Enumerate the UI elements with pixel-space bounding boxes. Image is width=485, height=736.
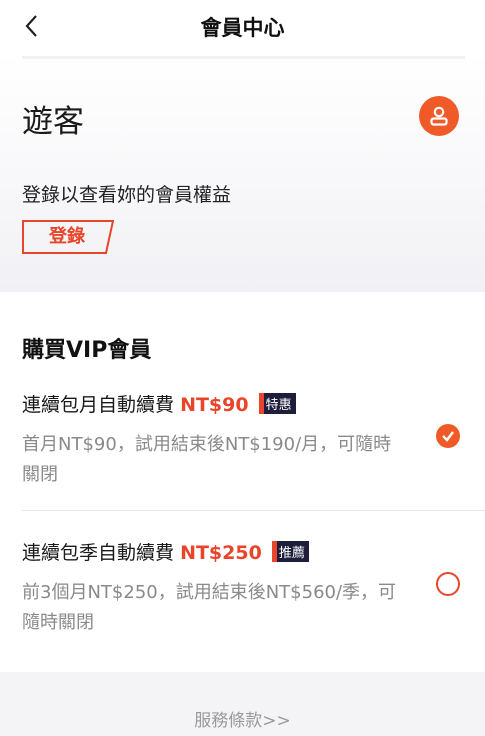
login-button[interactable]: 登錄 [22,220,114,254]
plan-tag-label: 推薦 [278,546,305,561]
plan-monthly[interactable]: 連續包月自動續費 NT$90 特惠 首月NT$90，試用結束後NT$190/月，… [0,390,485,500]
page-title: 會員中心 [200,16,285,40]
plan-name: 連續包月自動續費 NT$90 特惠 [22,390,296,417]
footer: 服務條款>> [0,672,485,736]
guest-name: 遊客 [22,104,84,140]
top-bar: 會員中心 [0,0,485,52]
login-hint: 登錄以查看妳的會員權益 [22,184,232,206]
plan-description: 首月NT$90，試用結束後NT$190/月，可隨時關閉 [22,434,392,485]
plan-tag-badge: 推薦 [271,541,309,562]
plan-quarterly[interactable]: 連續包季自動續費 NT$250 推薦 前3個月NT$250，試用結束後NT$56… [0,538,485,648]
vip-section-title: 購買VIP會員 [22,338,152,363]
plan-title: 連續包季自動續費 [22,542,175,564]
terms-link[interactable]: 服務條款>> [0,706,485,731]
plan-tag-badge: 特惠 [258,393,296,414]
check-icon [442,431,454,442]
user-icon [430,106,448,126]
plan-radio-selected[interactable] [436,424,460,448]
divider [22,510,485,511]
plan-description: 前3個月NT$250，試用結束後NT$560/季，可隨時關閉 [22,582,397,633]
login-button-label: 登錄 [49,226,85,247]
plan-title: 連續包月自動續費 [22,394,175,416]
plan-price: NT$250 [180,542,262,564]
plan-price: NT$90 [180,394,249,416]
divider [22,56,465,59]
avatar-button[interactable] [419,96,459,136]
plan-name: 連續包季自動續費 NT$250 推薦 [22,538,309,565]
plan-radio-unselected[interactable] [436,572,460,596]
profile-card: 遊客 登錄以查看妳的會員權益 登錄 [0,52,485,292]
plan-tag-label: 特惠 [265,398,292,413]
